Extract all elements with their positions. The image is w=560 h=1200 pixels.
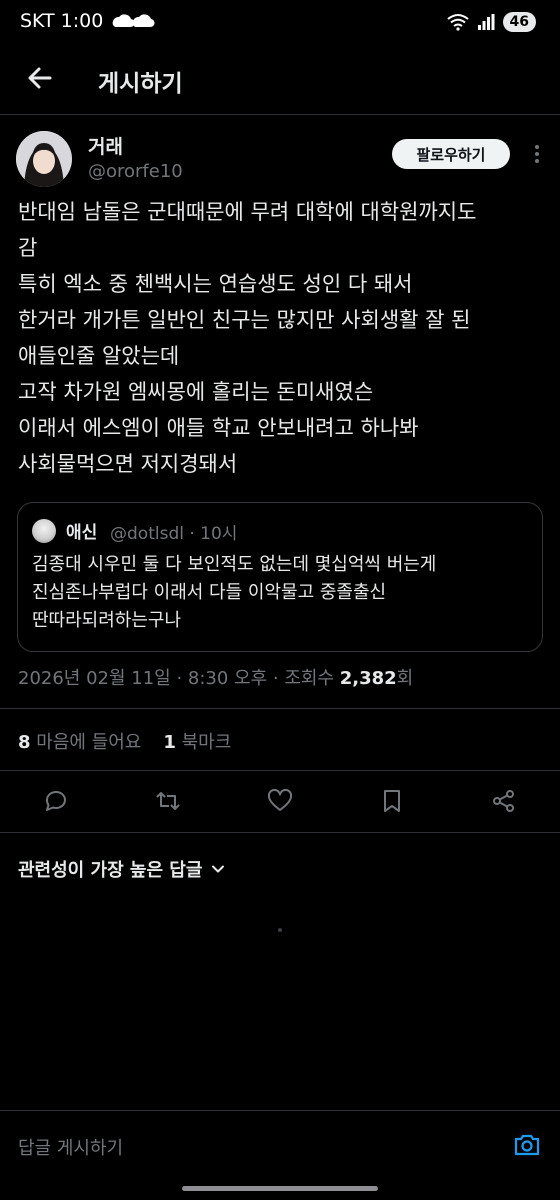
quote-avatar — [32, 519, 56, 543]
tweet-line: 한거라 개가튼 일반인 친구는 많지만 사회생활 잘 된 — [18, 308, 471, 332]
page-title: 게시하기 — [98, 71, 183, 97]
retweet-icon — [156, 792, 180, 810]
carrier: SKT — [20, 10, 55, 32]
reply-icon — [45, 790, 66, 811]
likes-count: 8 — [18, 732, 31, 753]
retweet-button[interactable] — [153, 786, 183, 816]
tweet-line: 반대임 남돌은 군대때문에 무려 대학에 대학원까지도 — [18, 200, 477, 224]
tweet-line: 사회물먹으면 저지경돼서 — [18, 452, 238, 476]
wifi-icon — [446, 14, 469, 31]
timestamp-text: 2026년 02월 11일 · 8:30 오후 · 조회수 — [18, 668, 340, 689]
reply-sort-label: 관련성이 가장 높은 답글 — [18, 860, 203, 881]
likes-stat[interactable]: 8 마음에 들어요 — [18, 728, 141, 754]
quote-line: 딴따라되려하는구나 — [32, 610, 182, 631]
status-bar-right: 46 — [446, 12, 536, 32]
loading-indicator — [278, 928, 282, 932]
bookmark-icon — [384, 790, 400, 812]
tweet-line: 이래서 에스엠이 애들 학교 안보내려고 하나봐 — [18, 416, 419, 440]
heart-icon — [267, 788, 293, 811]
avatar[interactable] — [16, 131, 72, 187]
quote-meta: @dotlsdl · 10시 — [110, 524, 238, 544]
share-icon — [493, 790, 514, 812]
reply-input[interactable]: 답글 게시하기 — [18, 1134, 123, 1160]
more-options-icon[interactable] — [526, 143, 548, 165]
camera-icon[interactable] — [512, 1130, 542, 1160]
bookmarks-label: 북마크 — [181, 732, 232, 753]
bookmarks-count: 1 — [163, 732, 176, 753]
author-handle[interactable]: @ororfe10 — [88, 161, 183, 182]
status-bar-left: SKT 1:00 — [20, 10, 155, 32]
engagement-stats: 8 마음에 들어요 1 북마크 — [18, 728, 231, 754]
tweet-line: 애들인줄 알았는데 — [18, 344, 180, 368]
bookmarks-stat[interactable]: 1 북마크 — [163, 728, 231, 754]
likes-label: 마음에 들어요 — [36, 732, 142, 753]
composer-divider — [0, 1110, 560, 1111]
chevron-down-icon — [212, 865, 225, 873]
tweet-timestamp: 2026년 02월 11일 · 8:30 오후 · 조회수 2,382회 — [18, 664, 413, 690]
author-display-name[interactable]: 거래 — [88, 132, 123, 159]
home-indicator[interactable] — [182, 1186, 378, 1191]
meta-divider — [0, 708, 560, 709]
clock: 1:00 — [60, 10, 104, 32]
back-arrow-icon[interactable] — [24, 62, 56, 94]
view-count: 2,382 — [339, 668, 397, 689]
actions-divider — [0, 832, 560, 833]
tweet-line: 고작 차가원 엠씨몽에 홀리는 돈미새였슨 — [18, 380, 374, 404]
quote-author-name: 애신 — [66, 523, 98, 543]
cloud-notification-icon — [112, 14, 155, 28]
bookmark-button[interactable] — [377, 786, 407, 816]
signal-icon — [477, 14, 495, 30]
quote-line: 김종대 시우민 둘 다 보인적도 없는데 몇십억씩 버는게 — [32, 554, 437, 575]
share-button[interactable] — [489, 786, 519, 816]
battery-indicator: 46 — [502, 12, 536, 32]
avatar-photo-icon — [16, 131, 72, 187]
quote-text: 김종대 시우민 둘 다 보인적도 없는데 몇십억씩 버는게 진심존나부럽다 이래… — [32, 551, 532, 635]
like-button[interactable] — [265, 786, 295, 816]
tweet-line: 특히 엑소 중 첸백시는 연습생도 성인 다 돼서 — [18, 272, 413, 296]
quote-line: 진심존나부럽다 이래서 다들 이악물고 중졸출신 — [32, 582, 387, 603]
header-divider — [0, 114, 560, 115]
follow-button[interactable]: 팔로우하기 — [392, 139, 510, 169]
quoted-tweet[interactable]: 애신 @dotlsdl · 10시 김종대 시우민 둘 다 보인적도 없는데 몇… — [17, 502, 543, 652]
tweet-line: 감 — [18, 236, 38, 260]
view-suffix: 회 — [396, 668, 414, 689]
stats-divider — [0, 770, 560, 771]
reply-sort-dropdown[interactable]: 관련성이 가장 높은 답글 — [18, 856, 226, 882]
tweet-text: 반대임 남돌은 군대때문에 무려 대학에 대학원까지도 감 특히 엑소 중 첸백… — [18, 194, 546, 482]
reply-button[interactable] — [41, 786, 71, 816]
